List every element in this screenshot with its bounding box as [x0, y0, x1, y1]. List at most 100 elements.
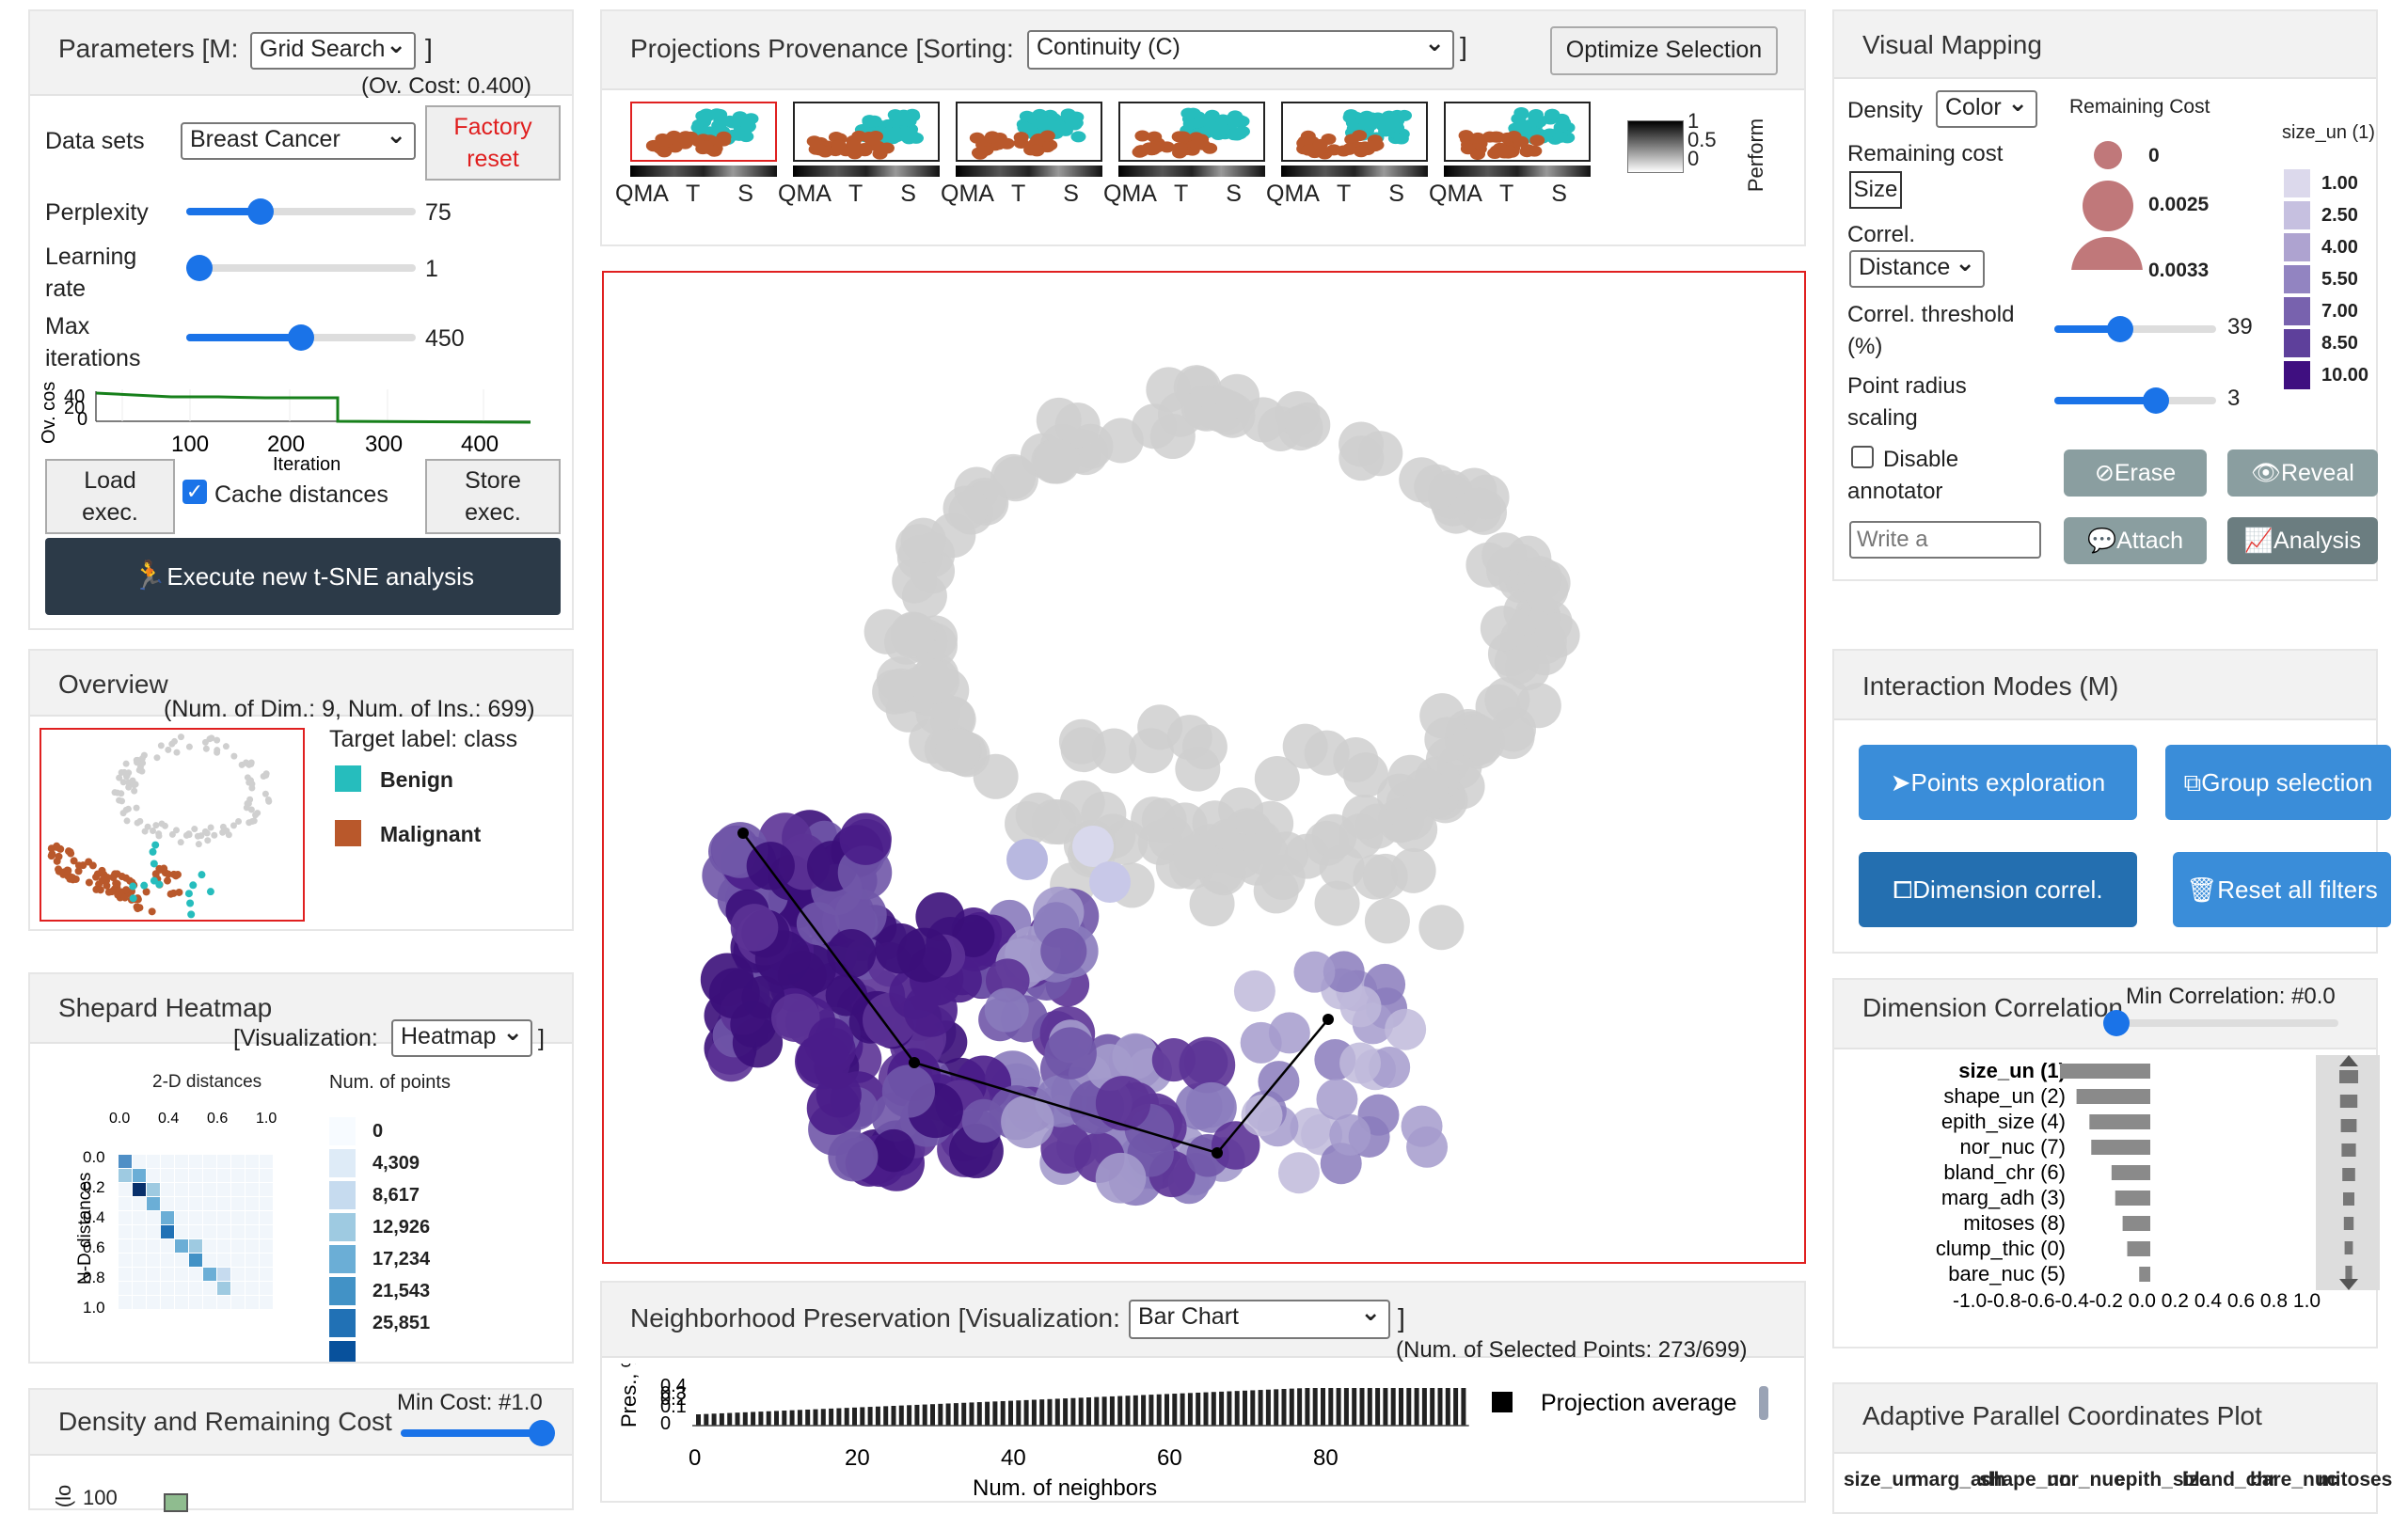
heatmap-cell [147, 1268, 160, 1281]
pcp-axis-label[interactable]: nor_nuc [2047, 1469, 2125, 1491]
heatmap-cell [147, 1225, 160, 1238]
shepard-vis-select[interactable]: Heatmap [391, 1019, 532, 1057]
projection-thumbnail[interactable] [1281, 102, 1428, 162]
np-bar [1101, 1396, 1107, 1426]
np-bar [1008, 1400, 1013, 1426]
dimension-label: size_un (1) [1958, 1059, 2066, 1082]
min-correlation-slider[interactable] [2103, 1010, 2338, 1036]
reset-filters-button[interactable]: 🗑Reset all filters [2173, 852, 2391, 927]
projection-point [1001, 1095, 1054, 1149]
reveal-button[interactable]: 👁Reveal [2227, 449, 2378, 497]
neighborhood-vis-select[interactable]: Bar Chart [1129, 1300, 1390, 1339]
np-bar [1196, 1392, 1201, 1426]
execute-tsne-button[interactable]: 🏃Execute new t-SNE analysis [45, 538, 561, 615]
sorting-select[interactable]: Continuity (C) [1027, 30, 1454, 70]
heatmap-cell [161, 1197, 174, 1210]
main-projection-view[interactable] [602, 271, 1806, 1264]
factory-reset-button[interactable]: Factory reset [425, 105, 561, 181]
size-swatch [2284, 169, 2310, 197]
size-legend-row: 4.00 [2284, 233, 2378, 261]
correlation-mini-bar [2344, 1241, 2353, 1254]
size-legend-row: 8.50 [2284, 329, 2378, 357]
max-iterations-slider[interactable] [186, 324, 416, 351]
heatmap-cell [189, 1197, 202, 1210]
cache-distances-checkbox[interactable]: ✓ [182, 480, 207, 504]
thumb-point [1189, 138, 1205, 150]
heatmap-cell [260, 1169, 273, 1182]
np-bar [820, 1409, 826, 1426]
heatmap-cell [133, 1183, 146, 1196]
projection-thumbnail[interactable] [793, 102, 940, 162]
minimap-point [122, 886, 131, 894]
analysis-button[interactable]: 📈Analysis [2227, 517, 2378, 564]
np-bar [1359, 1388, 1365, 1426]
minimap-point [189, 881, 198, 890]
attach-button[interactable]: 💬Attach [2064, 517, 2207, 564]
point-radius-slider[interactable] [2054, 387, 2216, 414]
minimap-point [158, 820, 166, 828]
projection-thumbnail[interactable] [1444, 102, 1591, 162]
np-bar [1461, 1388, 1466, 1426]
pcp-axis-label[interactable]: mitoses [2318, 1469, 2392, 1491]
correlation-mini-bar [2339, 1095, 2358, 1108]
minimap-point [136, 764, 144, 771]
overview-title: Overview [58, 670, 168, 699]
minimap-point [173, 749, 181, 756]
minimap-point [191, 826, 198, 833]
shepard-heatmap[interactable]: 0.0 0.4 0.6 1.00.00.20.40.60.81.0N-D distan… [30, 1096, 312, 1332]
density-select[interactable]: Color [1936, 90, 2037, 128]
size-swatch [2284, 233, 2310, 261]
learning-rate-slider[interactable] [186, 255, 416, 281]
mode-select[interactable]: Grid Search [250, 32, 416, 70]
optimize-selection-button[interactable]: Optimize Selection [1550, 26, 1778, 75]
np-bar [1336, 1388, 1341, 1426]
min-cost-slider[interactable] [401, 1420, 555, 1446]
remaining-cost-size-toggle[interactable]: Size [1849, 171, 1902, 209]
dimension-correlation-chart[interactable]: size_un (1)shape_un (2)epith_size (4)nor… [1834, 1055, 2380, 1337]
density-title: Density and Remaining Cost [58, 1407, 392, 1436]
store-execution-button[interactable]: Store exec. [425, 459, 561, 534]
perplexity-slider[interactable] [186, 198, 416, 225]
correlation-select[interactable]: Distance [1849, 250, 1985, 288]
minimap-point [202, 745, 210, 752]
heatmap-cell [161, 1183, 174, 1196]
heatmap-cell [147, 1197, 160, 1210]
thumb-point [1336, 145, 1352, 157]
projection-point [1339, 1042, 1382, 1084]
thumbnail-metric-bar [1444, 166, 1591, 177]
thumb-point [1172, 142, 1188, 154]
minimap-point [116, 774, 123, 781]
projection-thumbnail[interactable] [630, 102, 777, 162]
legend-label: 21,543 [372, 1281, 431, 1301]
np-bar [805, 1409, 811, 1426]
np-bar [1133, 1395, 1138, 1426]
heatmap-cell [231, 1268, 245, 1281]
dataset-select[interactable]: Breast Cancer [181, 122, 416, 160]
thumb-point [1146, 143, 1162, 155]
projection-thumbnail[interactable] [1118, 102, 1265, 162]
minimap-point [144, 823, 151, 830]
overview-minimap[interactable] [40, 728, 305, 922]
points-exploration-button[interactable]: ➤Points exploration [1859, 745, 2137, 820]
minimap-point [173, 827, 181, 834]
heatmap-cell [119, 1211, 132, 1224]
projection-thumbnail[interactable] [956, 102, 1102, 162]
projection-point [1293, 951, 1336, 993]
erase-button[interactable]: ⊘Erase [2064, 449, 2207, 497]
np-bar [1219, 1391, 1225, 1426]
np-bar [1086, 1397, 1091, 1426]
group-selection-button[interactable]: ⧉Group selection [2165, 745, 2391, 820]
np-bar [852, 1407, 857, 1426]
correl-threshold-slider[interactable] [2054, 316, 2216, 342]
dimension-label: marg_adh (3) [1941, 1186, 2066, 1209]
annotation-input[interactable]: Write a [1849, 521, 2041, 559]
correlation-axis: -1.0-0.8-0.6-0.4-0.2 0.0 0.2 0.4 0.6 0.8… [1953, 1290, 2321, 1312]
heatmap-cell [246, 1282, 259, 1295]
pcp-axis-label[interactable]: size_un [1844, 1469, 1916, 1491]
dimension-correlation-button[interactable]: ⧠Dimension correl. [1859, 852, 2137, 927]
neighborhood-bar-chart[interactable]: Pres., % 0.40.30.20.100 20 40 60 80Num. of ne… [602, 1364, 1808, 1503]
correlation-bar [2122, 1216, 2150, 1231]
legend-swatch [329, 1245, 356, 1273]
load-execution-button[interactable]: Load exec. [45, 459, 175, 534]
benign-swatch [335, 765, 361, 792]
